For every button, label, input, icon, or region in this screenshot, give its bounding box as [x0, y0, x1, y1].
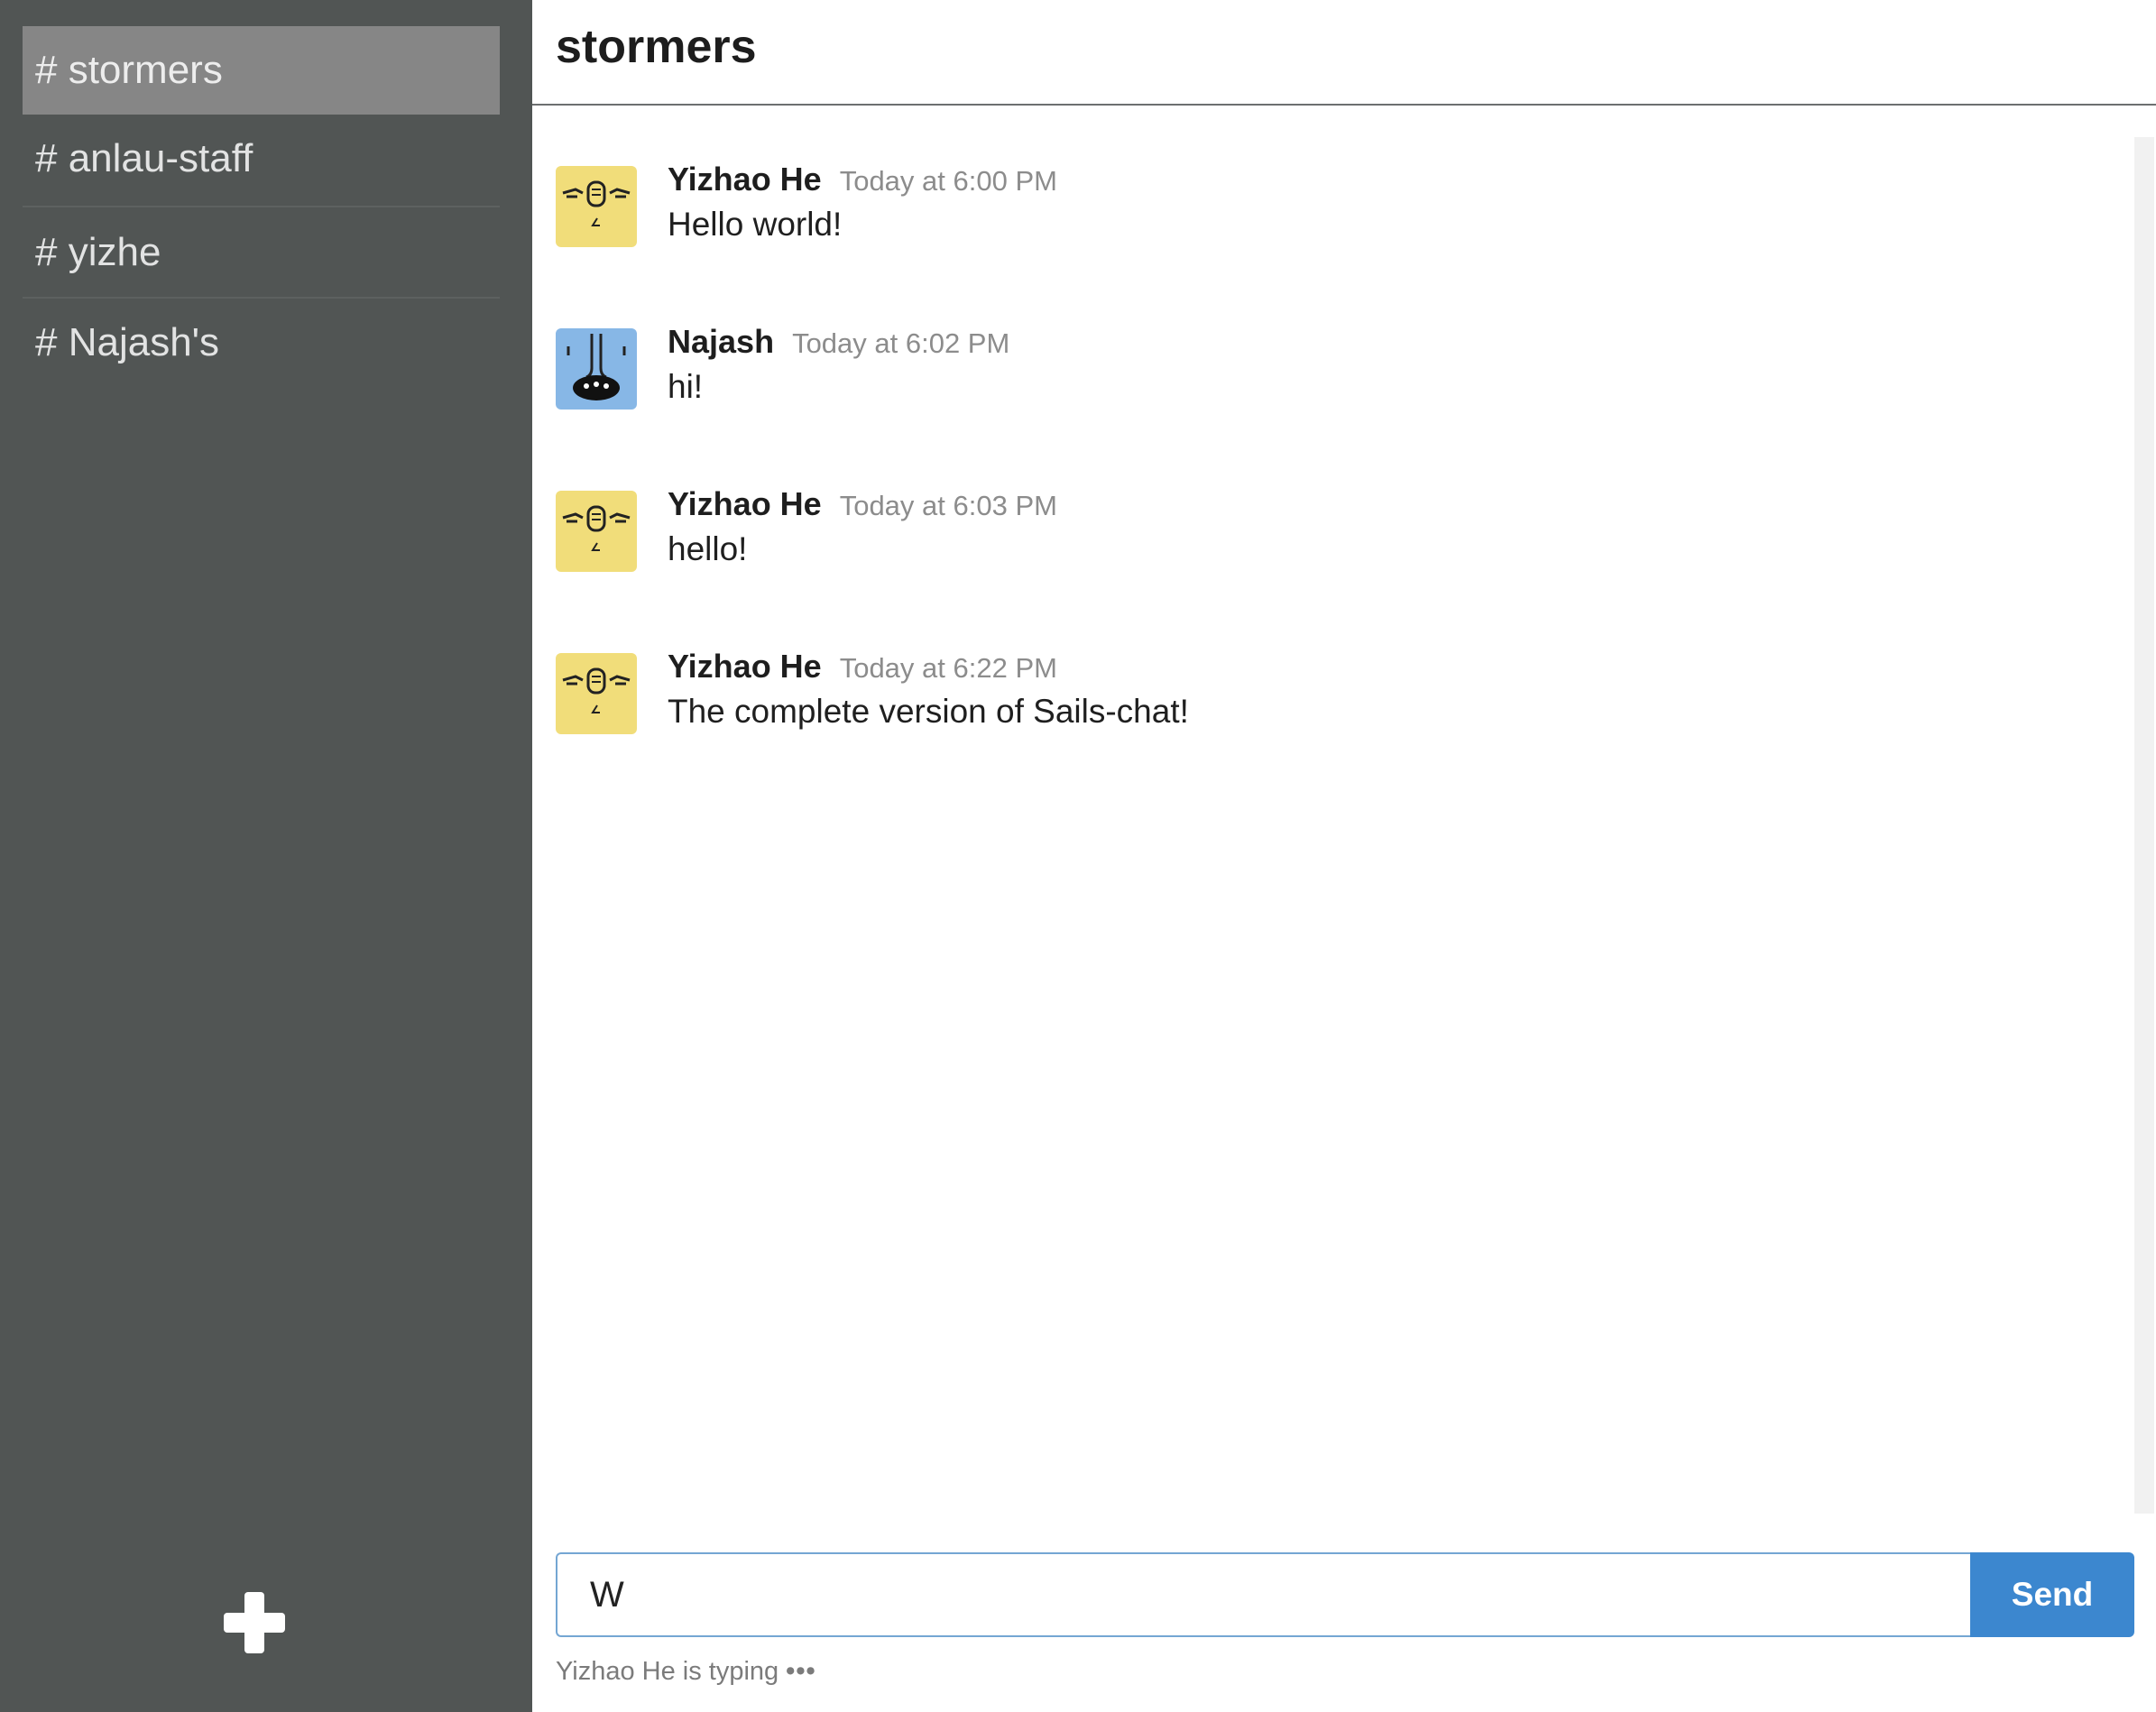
message-text: hi! — [668, 368, 704, 405]
doodle-face-avatar-icon — [556, 653, 637, 734]
channel-header: stormers — [532, 0, 2156, 106]
channel-item-yizhe[interactable]: # yizhe — [23, 208, 500, 297]
channel-item-anlau-staff[interactable]: # anlau-staff — [23, 115, 500, 203]
avatar[interactable] — [556, 653, 637, 734]
avatar[interactable] — [556, 491, 637, 572]
page-title: stormers — [556, 21, 757, 73]
message-text: The complete version of Sails-chat! — [668, 693, 1189, 730]
send-button[interactable]: Send — [1970, 1552, 2134, 1637]
message-item: Yizhao He Today at 6:22 PM The complete v… — [556, 648, 2089, 770]
typing-indicator-text: Yizhao He is typing — [556, 1657, 779, 1686]
message-item: Yizhao He Today at 6:03 PM hello! — [556, 485, 2089, 608]
message-author[interactable]: Najash — [668, 323, 774, 360]
message-timestamp: Today at 6:02 PM — [792, 327, 1010, 359]
channel-item-stormers[interactable]: # stormers — [23, 26, 500, 115]
message-timestamp: Today at 6:22 PM — [839, 652, 1057, 684]
channel-sidebar: # stormers # anlau-staff # yizhe # Najas… — [0, 0, 532, 1712]
avatar[interactable] — [556, 166, 637, 247]
message-timestamp: Today at 6:00 PM — [839, 165, 1057, 197]
doodle-face-avatar-icon — [556, 166, 637, 247]
message-item: Najash Today at 6:02 PM hi! — [556, 323, 2089, 446]
typing-dots-icon: ••• — [786, 1657, 816, 1686]
message-text: hello! — [668, 530, 748, 567]
message-list: Yizhao He Today at 6:00 PM Hello world! N… — [532, 106, 2129, 1514]
typing-indicator: Yizhao He is typing ••• — [556, 1657, 816, 1687]
channel-item-najashs[interactable]: # Najash's — [23, 299, 500, 387]
message-input[interactable] — [556, 1552, 1970, 1637]
avatar[interactable] — [556, 328, 637, 410]
doodle-face-avatar-icon — [556, 328, 637, 410]
add-channel-button[interactable] — [224, 1592, 285, 1653]
message-timestamp: Today at 6:03 PM — [839, 490, 1057, 521]
doodle-face-avatar-icon — [556, 491, 637, 572]
message-item: Yizhao He Today at 6:00 PM Hello world! — [556, 161, 2089, 283]
message-scrollbar[interactable] — [2134, 137, 2154, 1514]
message-author[interactable]: Yizhao He — [668, 485, 822, 522]
message-text: Hello world! — [668, 206, 843, 243]
channel-divider — [23, 206, 500, 207]
message-author[interactable]: Yizhao He — [668, 161, 822, 198]
message-author[interactable]: Yizhao He — [668, 648, 822, 685]
